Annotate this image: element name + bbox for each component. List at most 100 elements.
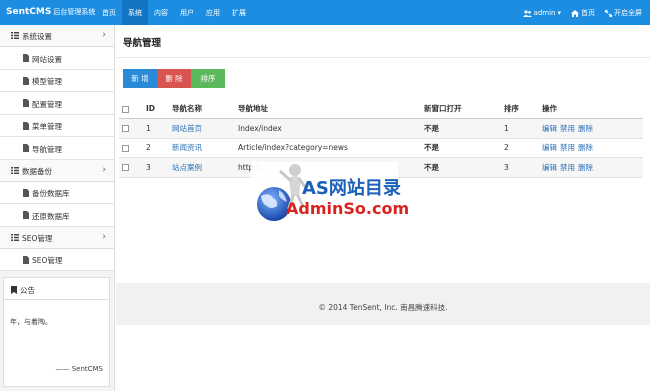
col-name: 导航名称 <box>169 99 235 119</box>
list-icon <box>11 166 19 176</box>
row-url: Index/index <box>235 118 421 139</box>
row-select-cell <box>119 118 143 139</box>
select-all-cell <box>119 99 143 119</box>
row-new-window: 不是 <box>421 157 501 178</box>
fullscreen-toggle[interactable]: 开启全屏 <box>605 8 642 18</box>
chevron-right-icon: › <box>102 164 106 175</box>
file-icon <box>23 255 29 266</box>
row-select-cell <box>119 138 143 158</box>
footer: © 2014 TenSent, Inc. 南昌腾速科技. <box>116 283 650 325</box>
edit-link[interactable]: 编辑 <box>542 124 557 133</box>
sidebar-group-system-settings[interactable]: 系统设置 › <box>0 25 114 47</box>
row-id: 2 <box>143 138 169 158</box>
list-icon <box>11 233 19 243</box>
disable-link[interactable]: 禁用 <box>560 163 575 172</box>
list-icon <box>11 32 19 41</box>
disable-link[interactable]: 禁用 <box>560 124 575 133</box>
sidebar-item-config[interactable]: 配置管理 <box>0 92 114 115</box>
file-icon <box>23 144 29 154</box>
sidebar-item-menus[interactable]: 菜单管理 <box>0 114 114 137</box>
add-button[interactable]: 新 增 <box>123 69 157 88</box>
sidebar-item-site-settings[interactable]: 网站设置 <box>0 47 114 70</box>
sidebar-group-label: 数据备份 <box>22 166 52 176</box>
home-link[interactable]: 首页 <box>571 8 595 18</box>
row-id: 1 <box>143 118 169 139</box>
col-actions: 操作 <box>539 99 643 119</box>
fullscreen-label: 开启全屏 <box>614 9 642 17</box>
home-label: 首页 <box>581 9 595 17</box>
nav-extensions[interactable]: 扩展 <box>226 0 252 25</box>
sidebar-item-label: 导航管理 <box>32 144 62 154</box>
top-right-menu: admin ▾ 首页 开启全屏 <box>522 8 642 18</box>
row-checkbox[interactable] <box>122 144 129 152</box>
nav-system[interactable]: 系统 <box>122 0 148 25</box>
sidebar-item-label: 模型管理 <box>32 77 62 86</box>
col-new-window: 新窗口打开 <box>421 99 501 119</box>
col-id: ID <box>143 99 169 119</box>
divider <box>116 57 650 58</box>
sidebar-group-backup[interactable]: 数据备份 › <box>0 159 114 182</box>
delete-button[interactable]: 删 除 <box>157 69 191 88</box>
sidebar-item-models[interactable]: 模型管理 <box>0 69 114 92</box>
brand-name: SentCMS <box>6 7 52 17</box>
row-sort: 2 <box>501 138 539 158</box>
notice-title: 公告 <box>20 286 35 295</box>
sidebar-item-navigation[interactable]: 导航管理 <box>0 137 114 160</box>
row-sort: 1 <box>501 118 539 139</box>
row-actions: 编辑 禁用 删除 <box>539 138 643 158</box>
delete-link[interactable]: 删除 <box>578 124 593 133</box>
delete-link[interactable]: 删除 <box>578 143 593 152</box>
copyright-text: © 2014 TenSent, Inc. 南昌腾速科技. <box>318 303 448 312</box>
notice-body: 年，与着陶。 <box>10 318 52 326</box>
caret-down-icon: ▾ <box>557 9 561 17</box>
file-icon <box>23 188 29 199</box>
sidebar-group-seo[interactable]: SEO管理 › <box>0 226 114 249</box>
table-row: 1 网站首页 Index/index 不是 1 编辑 禁用 删除 <box>119 118 643 139</box>
sidebar-item-label: 配置管理 <box>32 99 62 109</box>
file-icon <box>23 76 29 87</box>
disable-link[interactable]: 禁用 <box>560 143 575 152</box>
table-header-row: ID 导航名称 导航地址 新窗口打开 排序 操作 <box>119 99 643 119</box>
sidebar-item-label: 备份数据库 <box>32 189 70 198</box>
row-url: Article/index?category=news <box>235 138 421 158</box>
edit-link[interactable]: 编辑 <box>542 163 557 172</box>
row-name-link[interactable]: 网站首页 <box>172 124 202 133</box>
sidebar-item-label: SEO管理 <box>32 256 63 265</box>
sidebar-item-label: 网站设置 <box>32 54 62 64</box>
sidebar: 系统设置 › 网站设置 模型管理 配置管理 菜单管理 导航管理 数据备份 › 备… <box>0 25 115 391</box>
sidebar-item-seo[interactable]: SEO管理 <box>0 248 114 271</box>
sidebar-item-label: 还原数据库 <box>32 211 70 221</box>
page-title: 导航管理 <box>123 38 162 49</box>
nav-content[interactable]: 内容 <box>148 0 174 25</box>
nav-users[interactable]: 用户 <box>174 0 200 25</box>
file-icon <box>23 211 29 221</box>
sort-button[interactable]: 排序 <box>191 69 225 88</box>
row-actions: 编辑 禁用 删除 <box>539 118 643 139</box>
row-name-cell: 新闻资讯 <box>169 138 235 158</box>
row-sort: 3 <box>501 157 539 178</box>
sidebar-item-restore-db[interactable]: 还原数据库 <box>0 204 114 227</box>
edit-link[interactable]: 编辑 <box>542 143 557 152</box>
row-checkbox[interactable] <box>122 164 129 172</box>
row-new-window: 不是 <box>421 138 501 158</box>
bookmark-icon <box>11 286 17 296</box>
file-icon <box>23 99 29 109</box>
brand[interactable]: SentCMS 后台管理系统 <box>6 7 95 17</box>
user-menu[interactable]: admin ▾ <box>522 8 561 18</box>
row-select-cell <box>119 157 143 178</box>
sidebar-group-label: SEO管理 <box>22 233 53 243</box>
row-name-link[interactable]: 站点案例 <box>172 163 202 172</box>
sidebar-item-backup-db[interactable]: 备份数据库 <box>0 181 114 204</box>
col-sort: 排序 <box>501 99 539 119</box>
select-all-checkbox[interactable] <box>122 105 129 113</box>
delete-link[interactable]: 删除 <box>578 163 593 172</box>
top-nav: 首页 系统 内容 用户 应用 扩展 <box>96 0 252 25</box>
row-name-link[interactable]: 新闻资讯 <box>172 143 202 152</box>
file-icon <box>23 54 29 64</box>
row-checkbox[interactable] <box>122 125 129 133</box>
row-name-cell: 站点案例 <box>169 157 235 178</box>
nav-home[interactable]: 首页 <box>96 0 122 25</box>
notice-panel: 公告 年，与着陶。 —— SentCMS <box>3 277 110 387</box>
nav-apps[interactable]: 应用 <box>200 0 226 25</box>
sidebar-group-label: 系统设置 <box>22 32 52 41</box>
